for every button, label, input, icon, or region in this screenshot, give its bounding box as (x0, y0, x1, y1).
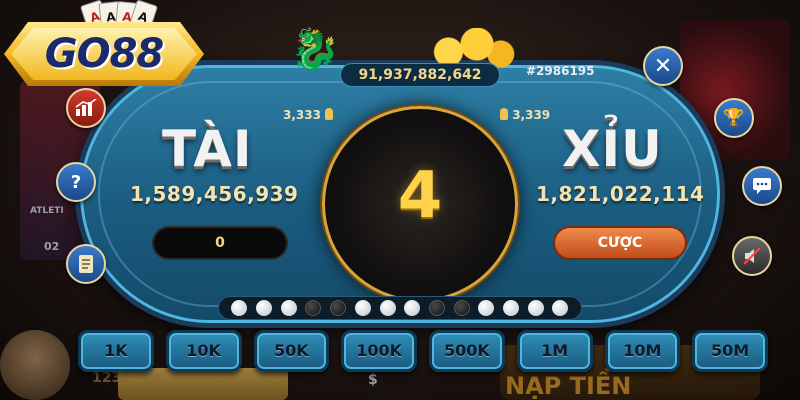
logo-badge: GO88 (4, 22, 204, 86)
tai-label[interactable]: TÀI (162, 120, 253, 178)
person-icon (500, 108, 508, 120)
xiu-total-bet: 1,821,022,114 (536, 182, 705, 206)
history-dot-white (379, 300, 396, 316)
sound-toggle-button[interactable] (732, 236, 772, 276)
close-icon: ✕ (653, 53, 673, 79)
chat-button[interactable] (742, 166, 782, 206)
history-dot-black (453, 300, 470, 316)
history-dot-black (330, 300, 347, 316)
chip-50k[interactable]: 50K (253, 330, 330, 372)
bar-chart-icon (75, 99, 97, 116)
chat-icon (753, 178, 771, 194)
history-dot-black (305, 300, 322, 316)
xiu-player-count-value: 3,339 (512, 108, 551, 122)
background-number: 02 (44, 240, 60, 253)
background-avatar (0, 330, 70, 400)
xiu-label[interactable]: XỈU (562, 120, 663, 178)
stats-chart-button[interactable] (66, 88, 106, 128)
bet-button[interactable]: CƯỢC (553, 226, 687, 260)
history-dot-white (552, 300, 569, 316)
chip-100k[interactable]: 100K (341, 330, 417, 372)
history-dot-white (256, 300, 273, 316)
chip-50m[interactable]: 50M (692, 330, 768, 372)
result-history (218, 296, 582, 320)
xiu-player-count: 3,339 (500, 108, 550, 122)
history-dot-white (354, 300, 371, 316)
scroll-icon (79, 255, 93, 273)
help-button[interactable]: ? (56, 162, 96, 202)
countdown-timer: 4 (397, 159, 443, 233)
history-dot-white (280, 300, 297, 316)
tai-total-bet: 1,589,456,939 (130, 182, 299, 206)
jackpot-amount: 91,937,882,642 (340, 63, 500, 87)
logo-text: GO88 (44, 31, 164, 77)
chip-500k[interactable]: 500K (429, 330, 505, 372)
mute-icon (743, 247, 761, 265)
chip-10k[interactable]: 10K (165, 330, 242, 372)
chip-bar: 1K 10K 50K 100K 500K 1M 10M 50M (78, 330, 768, 376)
history-dot-white (478, 300, 495, 316)
tai-player-count-value: 3,333 (283, 108, 321, 122)
history-dot-white (527, 300, 544, 316)
logo-badge-inner: GO88 (11, 28, 197, 80)
background-nap-tien-text: NẠP TIỀN (505, 372, 632, 400)
gold-coins-icon (420, 28, 515, 68)
tai-bet-input[interactable]: 0 (152, 226, 288, 260)
chip-1m[interactable]: 1M (516, 330, 593, 372)
history-dot-white (231, 300, 248, 316)
chip-1k[interactable]: 1K (78, 330, 154, 372)
countdown-disc: 4 (322, 106, 518, 302)
leaderboard-button[interactable]: 🏆 (714, 98, 754, 138)
go88-logo: A A A A GO88 (0, 0, 210, 95)
close-button[interactable]: ✕ (643, 46, 683, 86)
tai-player-count: 3,333 (283, 108, 334, 122)
session-id: #2986195 (526, 64, 595, 78)
dragon-icon: 🐉 (290, 27, 340, 73)
history-dot-white (503, 300, 520, 316)
background-team-label: ATLETI (30, 206, 64, 216)
history-dot-white (404, 300, 421, 316)
rules-button[interactable] (66, 244, 106, 284)
history-dot-black (428, 300, 445, 316)
person-icon (325, 108, 334, 120)
trophy-icon: 🏆 (723, 108, 745, 128)
question-mark-icon: ? (70, 171, 82, 193)
chip-10m[interactable]: 10M (604, 330, 681, 372)
